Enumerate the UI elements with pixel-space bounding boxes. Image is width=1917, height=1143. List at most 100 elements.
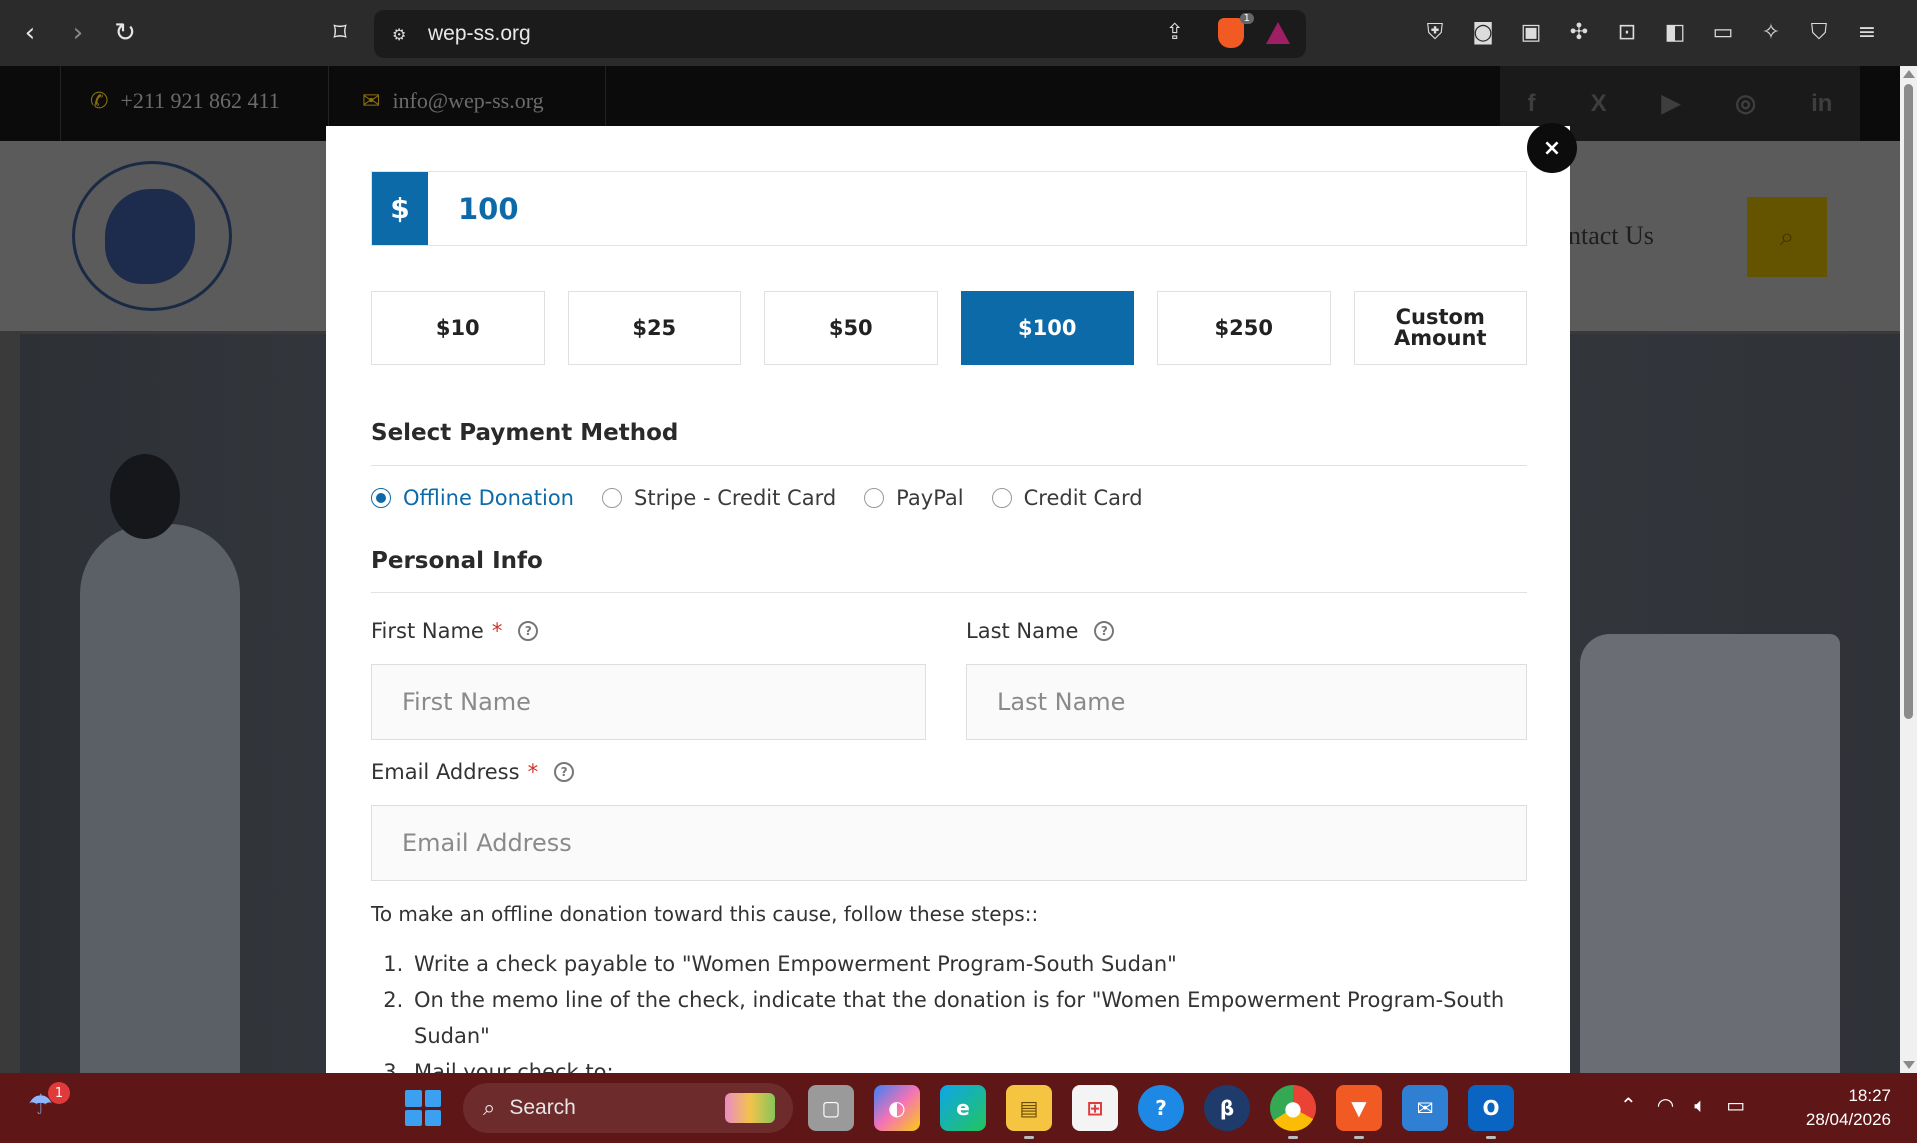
menu-icon[interactable]: ≡ (1852, 14, 1882, 50)
task-view-icon[interactable]: ▢ (808, 1085, 854, 1131)
level-25-button[interactable]: $25 (567, 291, 741, 365)
help-icon[interactable]: ? (1094, 621, 1115, 641)
taskbar-search[interactable]: ⌕ Search (463, 1083, 793, 1133)
brave-shield-icon[interactable]: 1 (1218, 13, 1254, 48)
radio-icon[interactable] (602, 488, 622, 508)
file-explorer-icon[interactable]: ▤ (1006, 1085, 1052, 1139)
youtube-icon[interactable]: ▶ (1662, 89, 1680, 118)
leo-ai-icon[interactable]: ✧ (1756, 14, 1786, 50)
personal-info-title: Personal Info (371, 548, 543, 574)
notification-badge: 1 (48, 1082, 70, 1104)
help-icon[interactable]: ? (554, 762, 575, 782)
first-name-field[interactable] (371, 664, 926, 740)
email-label: Email Address * ? (371, 760, 575, 784)
donation-amount[interactable]: $ 100 (371, 171, 1527, 246)
radio-selected-icon[interactable] (371, 488, 391, 508)
camera-icon[interactable]: ◙ (1468, 14, 1498, 50)
scroll-thumb[interactable] (1904, 84, 1913, 719)
clock-date: 28/04/2026 (1805, 1110, 1891, 1129)
start-icon[interactable] (405, 1090, 441, 1126)
bat-rewards-icon[interactable] (1266, 22, 1290, 44)
help-icon[interactable]: ? (518, 621, 539, 641)
level-50-button[interactable]: $50 (764, 291, 938, 365)
donation-modal: $ 100 $10 $25 $50 $100 $250 Custom Amoun… (326, 126, 1570, 1073)
method-label: PayPal (896, 486, 964, 510)
taskbar-apps: ▢ ◐ e ▤ ⊞ ? β ● ▼ ✉ O (808, 1085, 1514, 1139)
email-field[interactable] (371, 805, 1527, 881)
outlook-new-icon[interactable]: ✉ (1402, 1085, 1448, 1131)
copilot-icon[interactable]: ◐ (874, 1085, 920, 1131)
address-bar[interactable]: ⚙ wep-ss.org ⇪ 1 (374, 10, 1306, 58)
level-250-button[interactable]: $250 (1157, 291, 1331, 365)
last-name-field[interactable] (966, 664, 1527, 740)
last-name-label-text: Last Name (966, 619, 1079, 643)
site-settings-icon[interactable]: ⚙ (392, 25, 414, 44)
vpn-icon[interactable]: ⛨ (1420, 14, 1450, 50)
beta-app-icon[interactable]: β (1204, 1085, 1250, 1131)
search-icon[interactable]: ⌕ (1747, 197, 1827, 277)
last-name-label: Last Name ? (966, 619, 1115, 643)
battery-icon[interactable]: ▭ (1726, 1093, 1745, 1117)
level-10-button[interactable]: $10 (371, 291, 545, 365)
clock[interactable]: 18:27 28/04/2026 (1806, 1084, 1891, 1132)
volume-icon[interactable]: 🔈︎ (1694, 1093, 1706, 1117)
method-paypal[interactable]: PayPal (864, 486, 964, 510)
wallet-icon[interactable]: ▭ (1708, 14, 1738, 50)
share-icon[interactable]: ⇪ (1166, 20, 1184, 45)
close-modal-button[interactable]: × (1527, 123, 1577, 173)
page-scrollbar[interactable] (1900, 66, 1917, 1073)
method-label: Credit Card (1023, 486, 1143, 510)
site-logo[interactable] (72, 161, 232, 311)
custom-amount-button[interactable]: Custom Amount (1353, 291, 1527, 365)
method-offline-donation[interactable]: Offline Donation (371, 486, 574, 510)
puzzle-icon[interactable]: ✣ (1564, 14, 1594, 50)
reload-icon[interactable]: ↻ (107, 15, 143, 51)
search-icon: ⌕ (483, 1095, 496, 1120)
extension-icon[interactable]: ▣ (1516, 14, 1546, 50)
search-label: Search (509, 1096, 576, 1119)
running-indicator (1354, 1136, 1364, 1139)
x-icon[interactable]: X (1591, 90, 1607, 118)
method-stripe[interactable]: Stripe - Credit Card (602, 486, 836, 510)
reader-icon[interactable]: ⊡ (1612, 14, 1642, 50)
firewall-icon[interactable]: ⛉ (1804, 14, 1834, 50)
phone-text: +211 921 862 411 (120, 88, 280, 113)
weather-widget-icon[interactable]: ☂ 1 (28, 1082, 70, 1128)
running-indicator (1024, 1136, 1034, 1139)
url-text[interactable]: wep-ss.org (428, 22, 531, 46)
facebook-icon[interactable]: f (1528, 90, 1536, 118)
scroll-down-icon[interactable] (1903, 1061, 1915, 1069)
wifi-icon[interactable]: ◠ (1657, 1093, 1674, 1117)
toolbar-icons: ⛨ ◙ ▣ ✣ ⊡ ◧ ▭ ✧ ⛉ ≡ (1420, 14, 1882, 50)
required-mark: * (527, 760, 539, 784)
instagram-icon[interactable]: ◎ (1735, 89, 1756, 118)
email-label-text: Email Address (371, 760, 520, 784)
offline-instructions: To make an offline donation toward this … (371, 902, 1039, 926)
amount-value[interactable]: 100 (458, 172, 519, 245)
level-100-button[interactable]: $100 (960, 291, 1134, 365)
bookmark-icon[interactable]: ⌑ (322, 15, 358, 51)
outlook-icon[interactable]: O (1468, 1085, 1514, 1139)
scroll-up-icon[interactable] (1903, 70, 1915, 78)
get-help-icon[interactable]: ? (1138, 1085, 1184, 1131)
method-credit-card[interactable]: Credit Card (991, 486, 1143, 510)
chrome-icon[interactable]: ● (1270, 1085, 1316, 1139)
method-label: Stripe - Credit Card (634, 486, 837, 510)
microsoft-store-icon[interactable]: ⊞ (1072, 1085, 1118, 1131)
email-contact[interactable]: ✉ info@wep-ss.org (362, 88, 544, 114)
back-icon[interactable]: ‹ (12, 15, 48, 51)
radio-icon[interactable] (991, 488, 1012, 508)
browser-toolbar: ‹ › ↻ ⌑ ⚙ wep-ss.org ⇪ 1 ⛨ ◙ ▣ ✣ ⊡ ◧ ▭ ✧… (0, 0, 1917, 66)
taskbar: ☂ 1 ⌕ Search ▢ ◐ e ▤ ⊞ ? β ● ▼ ✉ O ⌃ ◠ 🔈︎… (0, 1073, 1917, 1143)
phone-contact[interactable]: ✆ +211 921 862 411 (90, 88, 280, 114)
search-highlight-image (725, 1093, 775, 1123)
hero-truck (1580, 634, 1840, 1073)
chevron-up-icon[interactable]: ⌃ (1620, 1093, 1637, 1117)
sidebar-icon[interactable]: ◧ (1660, 14, 1690, 50)
radio-icon[interactable] (864, 488, 885, 508)
forward-icon[interactable]: › (60, 15, 96, 51)
linkedin-icon[interactable]: in (1811, 90, 1832, 118)
phone-icon: ✆ (90, 88, 109, 113)
brave-icon[interactable]: ▼ (1336, 1085, 1382, 1139)
edge-icon[interactable]: e (940, 1085, 986, 1131)
